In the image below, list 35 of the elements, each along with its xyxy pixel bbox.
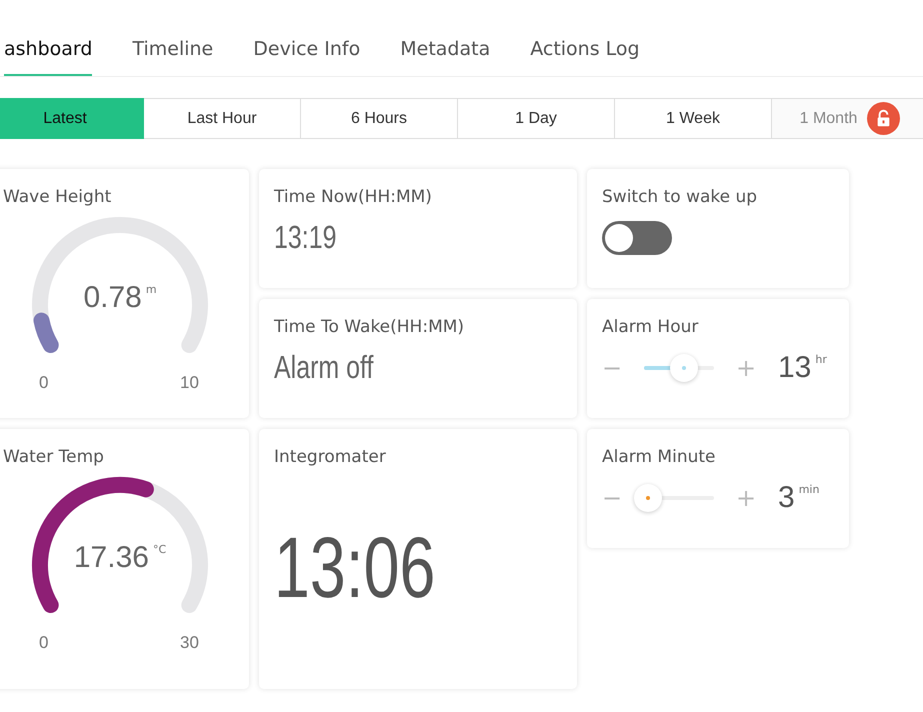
gauge-min: 0 [39,633,48,653]
slider-value: 3 [778,481,795,515]
widget-title: Switch to wake up [602,187,758,207]
widget-title: Alarm Hour [602,317,700,337]
nav-tab[interactable]: ashboard [4,38,92,76]
widget-title: Alarm Minute [602,447,716,467]
widget-title: Time To Wake(HH:MM) [274,317,466,337]
widget-title: Water Temp [3,447,105,467]
gauge-max: 30 [180,633,199,653]
range-button[interactable]: 6 Hours [301,98,458,139]
gauge-value: 0.78 [83,281,142,315]
slider-value: 13 [778,351,812,385]
widget-title: Wave Height [3,187,112,207]
nav-tab[interactable]: Metadata [400,38,490,76]
range-button[interactable]: 1 Week [615,98,772,139]
unit-label: hr [815,353,827,366]
range-button[interactable]: Latest [0,98,144,139]
lock-icon [867,102,900,135]
value-text: 13:19 [274,219,338,256]
unit-label: min [798,483,820,496]
widget-title: Integromater [274,447,387,467]
unit-label: °C [152,543,166,556]
gauge-value: 17.36 [74,541,149,575]
nav-tab[interactable]: Actions Log [530,38,640,76]
range-button[interactable]: Last Hour [144,98,301,139]
nav-tab[interactable]: Device Info [253,38,360,76]
value-text: Alarm off [274,349,374,386]
value-text: 13:06 [274,519,436,618]
gauge-max: 10 [180,373,199,393]
range-button[interactable]: 1 Day [458,98,615,139]
gauge-min: 0 [39,373,48,393]
toggle-switch[interactable] [602,221,672,255]
widget-title: Time Now(HH:MM) [274,187,433,207]
nav-tab[interactable]: Timeline [132,38,214,76]
unit-label: m [146,283,157,296]
